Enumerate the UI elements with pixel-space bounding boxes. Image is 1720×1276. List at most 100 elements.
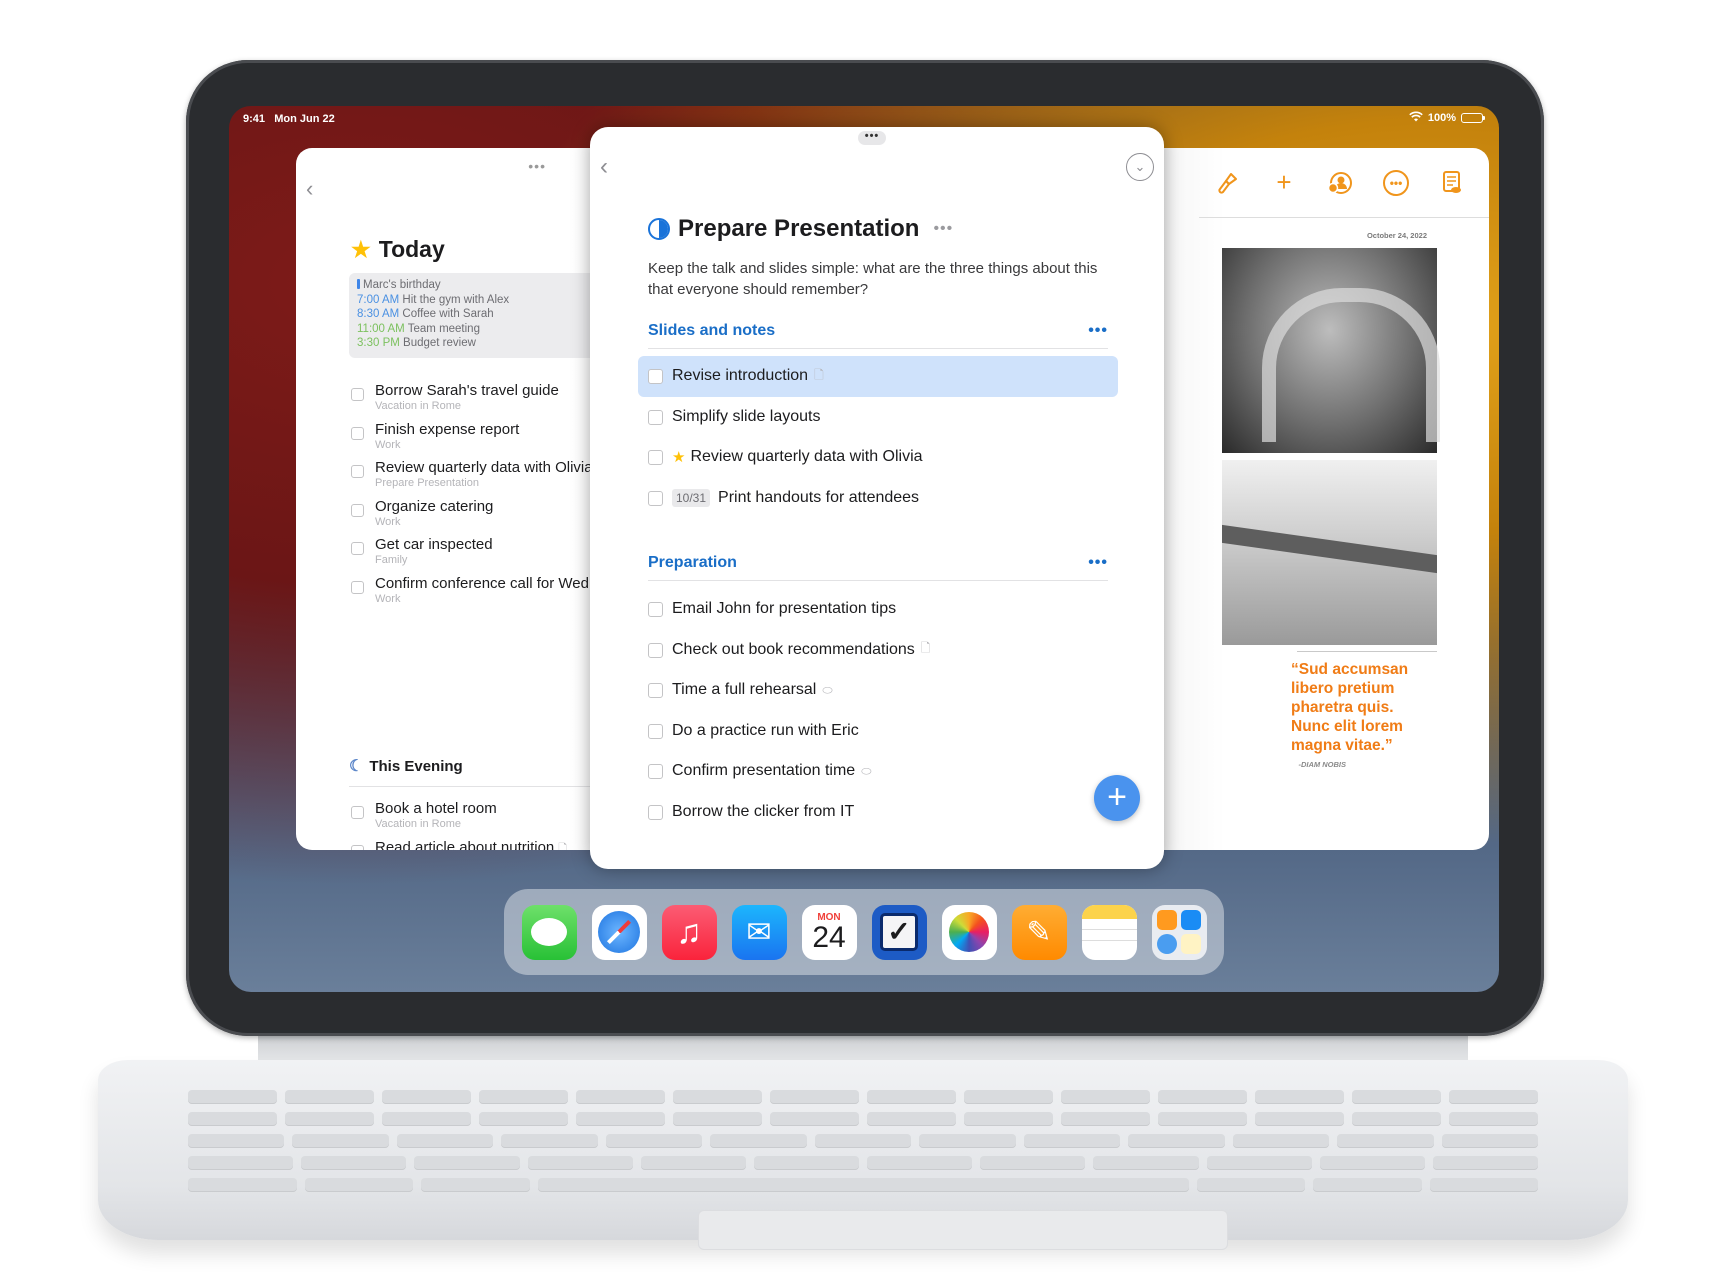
task-item[interactable]: 10/31 Print handouts for attendees (638, 478, 1118, 519)
pull-quote[interactable]: “Sud accumsan libero pretium pharetra qu… (1291, 660, 1431, 755)
preparation-task-list: Email John for presentation tips Check o… (638, 589, 1118, 832)
back-button[interactable]: ‹ (600, 153, 608, 181)
heading-more-button[interactable]: ••• (1088, 554, 1108, 572)
trackpad[interactable] (698, 1210, 1228, 1250)
clock: 9:41 (243, 113, 266, 125)
dock-app-mail[interactable]: ✉ (731, 904, 787, 960)
mail-icon: ✉ (746, 915, 772, 949)
note-icon: 🗋 (920, 641, 931, 656)
task-checkbox[interactable] (351, 426, 364, 440)
note-icon: 🗋 (814, 367, 824, 382)
dock-app-music[interactable]: ♫ (661, 904, 717, 960)
dock-app-things[interactable]: ✓ (871, 904, 927, 960)
safari-icon (598, 911, 640, 953)
dock-app-safari[interactable] (591, 904, 647, 960)
calendar-event: 3:30 PM Budget review (357, 337, 476, 349)
project-progress-icon (648, 218, 670, 240)
heading-more-button[interactable]: ••• (1088, 322, 1108, 340)
task-checkbox[interactable] (351, 388, 364, 401)
add-task-button[interactable]: + (1094, 775, 1140, 821)
back-button[interactable]: ‹ (306, 176, 313, 202)
task-checkbox[interactable] (351, 542, 364, 555)
dock-app-notes[interactable] (1081, 904, 1137, 960)
key-row (188, 1134, 1539, 1148)
photos-icon (949, 912, 989, 952)
task-item[interactable]: Simplify slide layouts (638, 397, 1118, 438)
project-window[interactable]: ••• ‹ ⌄ Prepare Presentation ••• Keep th… (590, 127, 1164, 869)
task-checkbox[interactable] (648, 683, 663, 698)
task-item[interactable]: Email John for presentation tips (638, 589, 1118, 630)
notes-icon (1081, 904, 1137, 919)
complete-project-button[interactable]: ⌄ (1126, 153, 1154, 181)
project-more-button[interactable]: ••• (933, 220, 953, 238)
task-item[interactable]: Time a full rehearsal ⬭ (638, 670, 1118, 711)
magic-keyboard (98, 1030, 1628, 1250)
task-checkbox[interactable] (648, 369, 663, 384)
calendar-color-bar (357, 279, 360, 289)
slides-task-list: Revise introduction 🗋 Simplify slide lay… (638, 356, 1118, 518)
dock-app-pages[interactable]: ✎ (1011, 904, 1067, 960)
pages-toolbar: + ••• (1199, 148, 1489, 218)
wifi-icon (1409, 111, 1423, 125)
date: Mon Jun 22 (274, 113, 335, 125)
dock-app-messages[interactable] (521, 904, 577, 960)
task-checkbox[interactable] (648, 764, 663, 779)
safari-mini-icon (1157, 934, 1177, 954)
project-notes[interactable]: Keep the talk and slides simple: what ar… (648, 258, 1108, 300)
note-icon: 🗋 (558, 842, 568, 851)
page-title: ★ Today (351, 236, 445, 263)
pages-mini-icon (1157, 910, 1177, 930)
task-checkbox[interactable] (648, 409, 663, 425)
calendar-event: 11:00 AM Team meeting (357, 322, 480, 335)
task-checkbox[interactable] (351, 580, 364, 594)
task-item[interactable]: Borrow the clicker from IT (638, 792, 1118, 833)
task-checkbox[interactable] (648, 490, 663, 506)
task-item[interactable]: ★ Review quarterly data with Olivia (638, 437, 1118, 478)
heading-slides-and-notes[interactable]: Slides and notes ••• (648, 313, 1108, 349)
task-item[interactable]: Check out book recommendations 🗋 (638, 630, 1118, 671)
star-icon: ★ (672, 449, 686, 467)
task-checkbox[interactable] (648, 723, 663, 739)
calendar-events[interactable]: Marc's birthday 7:00 AM Hit the gym with… (349, 273, 609, 358)
chevron-down-circle-icon: ⌄ (1134, 159, 1146, 174)
multitasking-grabber[interactable]: ••• (858, 131, 886, 145)
task-checkbox[interactable] (351, 844, 364, 850)
dock-app-calendar[interactable]: MON 24 (801, 904, 857, 960)
plus-icon[interactable]: + (1271, 167, 1297, 197)
messages-icon (531, 918, 567, 946)
task-checkbox[interactable] (351, 806, 364, 819)
document-view-icon[interactable] (1439, 170, 1465, 196)
paintbrush-icon[interactable] (1215, 170, 1241, 196)
task-checkbox[interactable] (648, 642, 663, 658)
dock: ♫ ✉ MON 24 ✓ ✎ (504, 889, 1224, 975)
checkbox-icon: ✓ (880, 913, 918, 951)
deadline-badge: 10/31 (672, 488, 711, 507)
calendar-event: 7:00 AM Hit the gym with Alex (357, 293, 510, 306)
window-more-button[interactable]: ••• (528, 158, 546, 174)
task-checkbox[interactable] (648, 450, 663, 465)
dock-app-library[interactable] (1151, 904, 1207, 960)
task-checkbox[interactable] (648, 602, 663, 617)
heading-preparation[interactable]: Preparation ••• (648, 545, 1108, 581)
dock-app-photos[interactable] (941, 904, 997, 960)
project-title[interactable]: Prepare Presentation (678, 215, 919, 243)
tag-icon: ⬭ (861, 763, 872, 778)
chevron-left-icon: ‹ (306, 176, 314, 201)
task-checkbox[interactable] (351, 503, 364, 517)
document-date: October 24, 2022 (1366, 231, 1427, 240)
bridge-photo[interactable] (1222, 248, 1440, 453)
calendar-all-day-event: Marc's birthday (357, 278, 601, 293)
calendar-event: 8:30 AM Coffee with Sarah (357, 308, 494, 320)
task-item[interactable]: Confirm presentation time ⬭ (638, 751, 1118, 792)
long-bridge-photo[interactable] (1222, 460, 1437, 645)
today-title: Today (378, 236, 445, 262)
task-item[interactable]: Do a practice run with Eric (638, 711, 1118, 752)
divider (1297, 651, 1437, 652)
task-checkbox[interactable] (648, 804, 663, 820)
collaborate-icon[interactable] (1327, 170, 1353, 196)
pen-icon: ✎ (1026, 915, 1052, 949)
mail-mini-icon (1181, 910, 1201, 930)
task-item-selected[interactable]: Revise introduction 🗋 (638, 356, 1118, 397)
task-checkbox[interactable] (351, 465, 364, 478)
more-icon[interactable]: ••• (1383, 169, 1409, 196)
